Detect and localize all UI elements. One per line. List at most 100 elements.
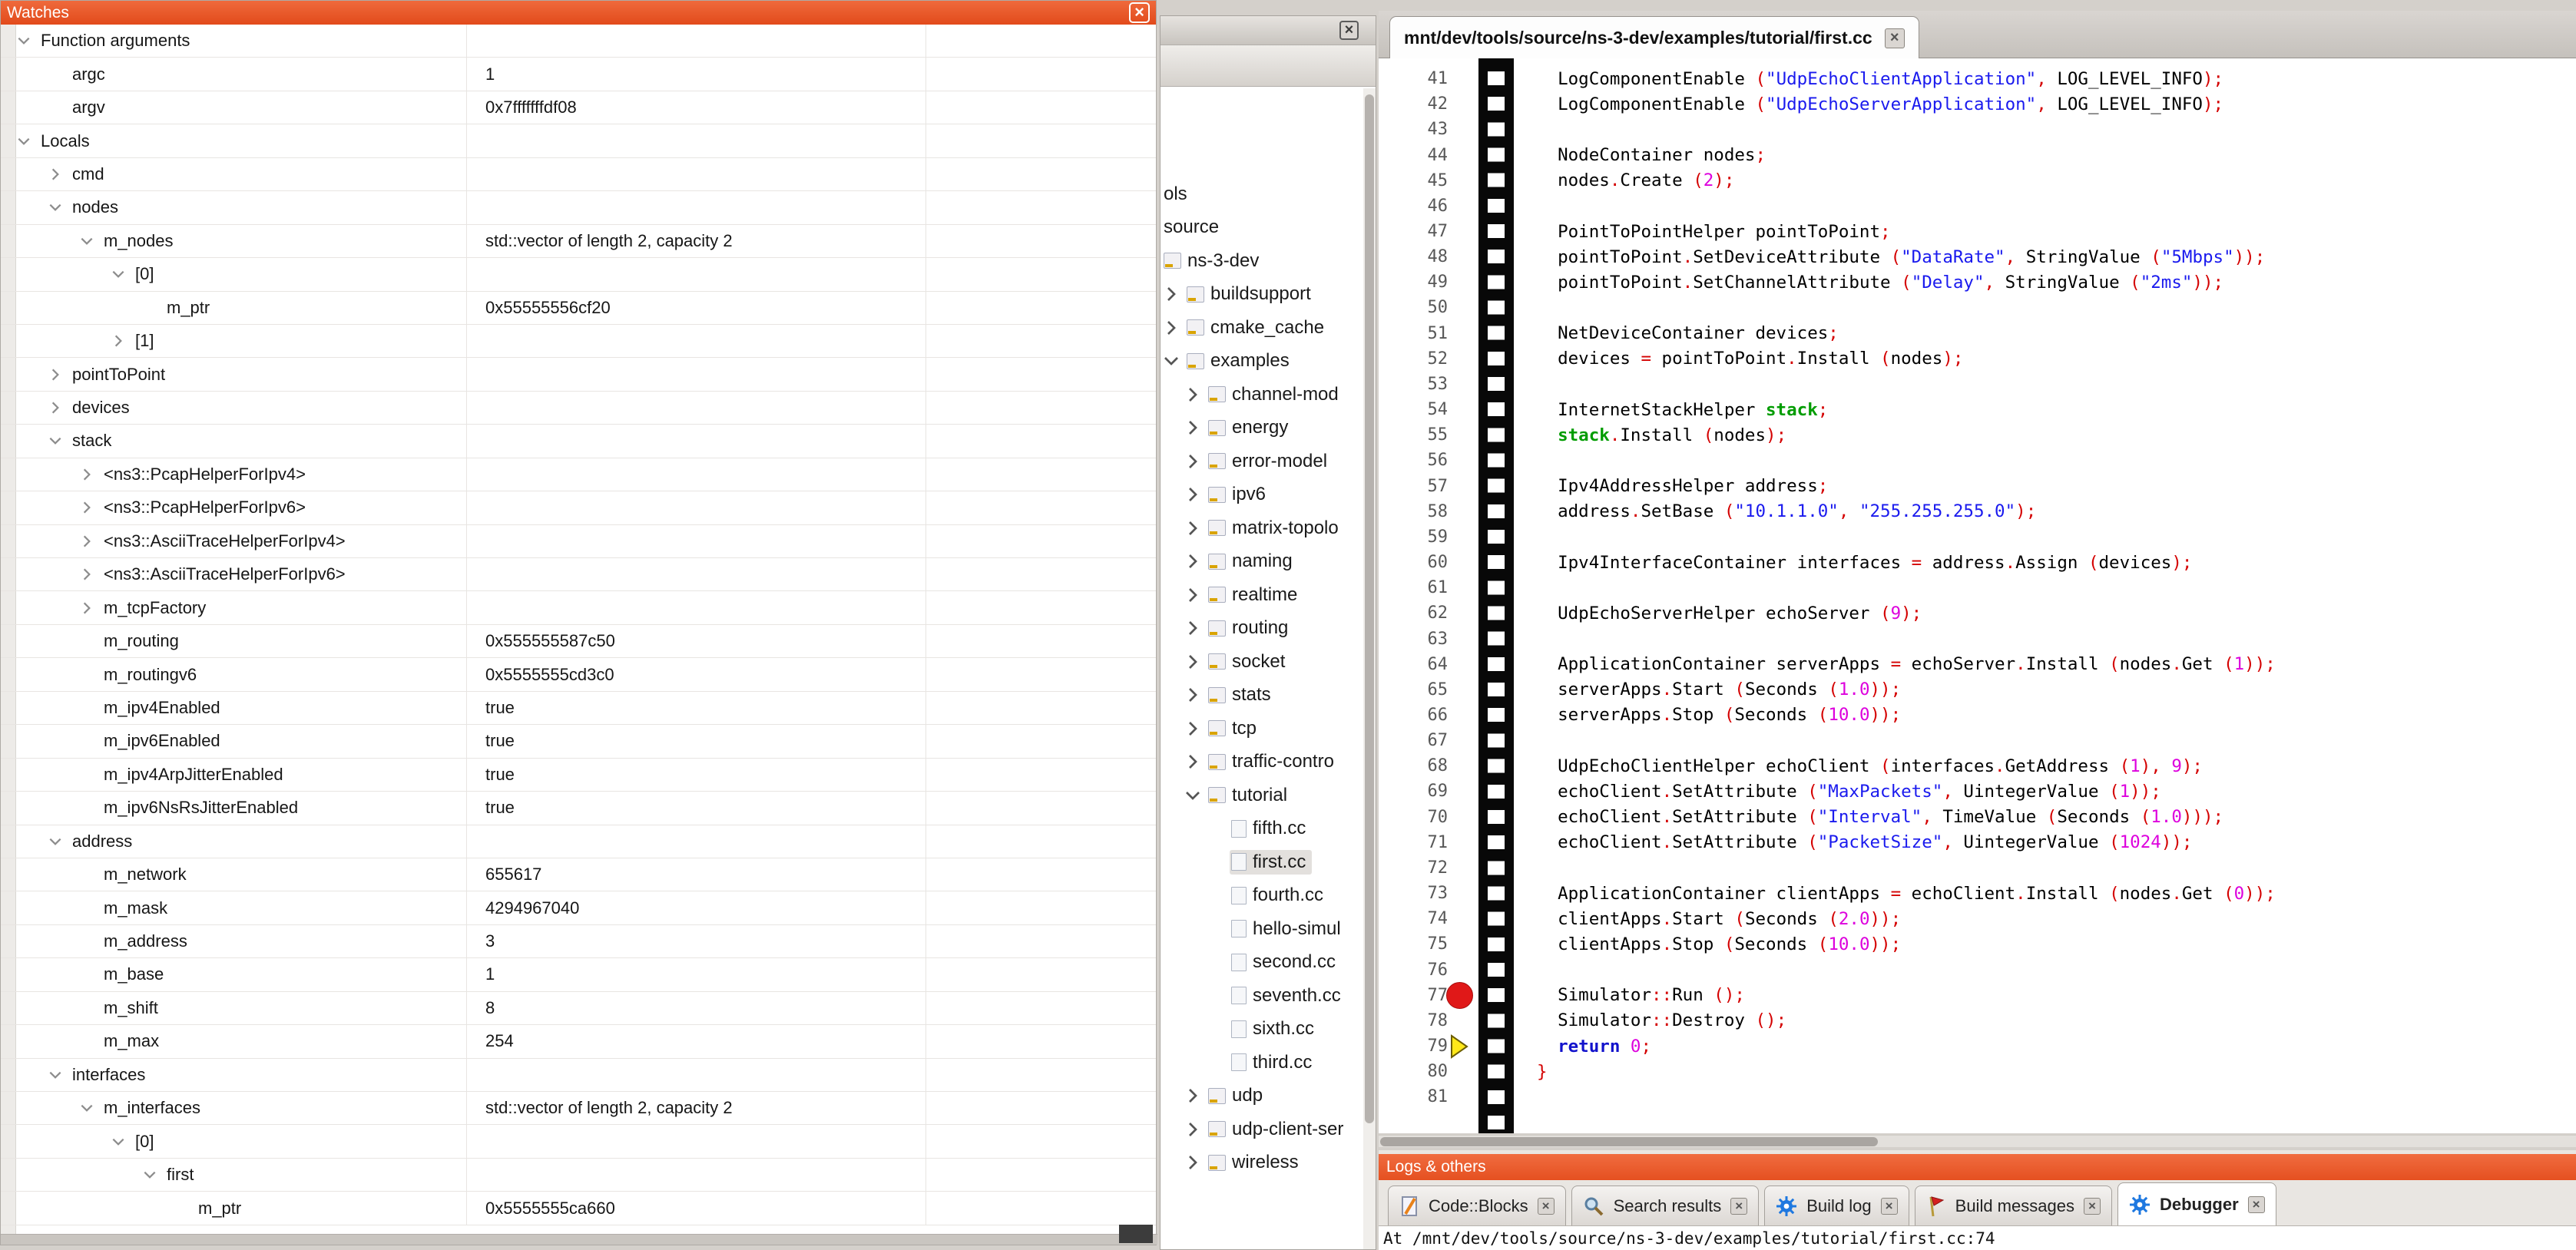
- tree-item-pill[interactable]: fourth.cc: [1230, 883, 1329, 908]
- watch-row[interactable]: m_max254: [1, 1025, 1156, 1058]
- chevron-right-icon[interactable]: [79, 600, 94, 616]
- chevron-right-icon[interactable]: [1184, 752, 1202, 771]
- line-number[interactable]: 56: [1379, 451, 1463, 470]
- line-number[interactable]: 76: [1379, 961, 1463, 980]
- scrollbar-thumb[interactable]: [1380, 1137, 1878, 1146]
- resize-grip[interactable]: [1119, 1225, 1153, 1243]
- code-line-74[interactable]: 74 clientApps.Start (Seconds (2.0));: [1379, 906, 2576, 931]
- line-number[interactable]: 63: [1379, 630, 1463, 649]
- tree-item-pill[interactable]: socket: [1207, 650, 1291, 674]
- tree-item-pill[interactable]: naming: [1207, 549, 1299, 574]
- chevron-down-icon[interactable]: [48, 834, 63, 849]
- tree-item-fourth-cc[interactable]: fourth.cc: [1161, 879, 1363, 913]
- close-icon[interactable]: ×: [1129, 2, 1150, 23]
- scrollbar-thumb[interactable]: [1365, 94, 1374, 1123]
- line-number[interactable]: 81: [1379, 1087, 1463, 1106]
- tree-item-stats[interactable]: stats: [1161, 679, 1363, 713]
- close-icon[interactable]: ×: [1730, 1198, 1747, 1215]
- tree-item-tutorial[interactable]: tutorial: [1161, 779, 1363, 812]
- line-number[interactable]: 46: [1379, 197, 1463, 216]
- watch-row[interactable]: m_network655617: [1, 858, 1156, 891]
- line-number[interactable]: 68: [1379, 756, 1463, 775]
- chevron-down-icon[interactable]: [142, 1167, 157, 1182]
- close-icon[interactable]: ×: [1339, 21, 1359, 40]
- tree-item-third-cc[interactable]: third.cc: [1161, 1046, 1363, 1080]
- tree-item-pill[interactable]: traffic-contro: [1207, 749, 1340, 774]
- watch-row[interactable]: [0]: [1, 1125, 1156, 1158]
- chevron-down-icon[interactable]: [111, 266, 126, 282]
- watch-row[interactable]: m_ipv6NsRsJitterEnabledtrue: [1, 792, 1156, 825]
- code-line-55[interactable]: 55 stack.Install (nodes);: [1379, 422, 2576, 448]
- line-number[interactable]: 44: [1379, 146, 1463, 165]
- tree-item-second-cc[interactable]: second.cc: [1161, 946, 1363, 980]
- line-number[interactable]: 78: [1379, 1011, 1463, 1030]
- close-icon[interactable]: ×: [1885, 28, 1905, 48]
- code-line-63[interactable]: 63: [1379, 626, 2576, 651]
- code-line-59[interactable]: 59: [1379, 524, 2576, 550]
- code-line-72[interactable]: 72: [1379, 855, 2576, 881]
- code-line-71[interactable]: 71 echoClient.SetAttribute ("PacketSize"…: [1379, 830, 2576, 855]
- code-line-45[interactable]: 45 nodes.Create (2);: [1379, 168, 2576, 193]
- chevron-right-icon[interactable]: [1184, 719, 1202, 738]
- editor-tab-first-cc[interactable]: mnt/dev/tools/source/ns-3-dev/examples/t…: [1389, 16, 1919, 59]
- line-number[interactable]: 55: [1379, 425, 1463, 445]
- projects-vscrollbar[interactable]: [1363, 88, 1376, 1249]
- watch-row[interactable]: <ns3::PcapHelperForIpv6>: [1, 491, 1156, 524]
- tree-item-pill[interactable]: ns-3-dev: [1162, 249, 1265, 273]
- tree-item-error-model[interactable]: error-model: [1161, 445, 1363, 478]
- logs-tab-debugger[interactable]: Debugger×: [2117, 1182, 2276, 1225]
- watch-row[interactable]: [0]: [1, 258, 1156, 291]
- tree-item-pill[interactable]: energy: [1207, 415, 1294, 440]
- code-line-50[interactable]: 50: [1379, 295, 2576, 320]
- tree-item-wireless[interactable]: wireless: [1161, 1146, 1363, 1180]
- line-number[interactable]: 45: [1379, 171, 1463, 190]
- chevron-down-icon[interactable]: [111, 1134, 126, 1149]
- line-number[interactable]: 74: [1379, 909, 1463, 928]
- watch-row[interactable]: m_nodesstd::vector of length 2, capacity…: [1, 225, 1156, 258]
- watch-row[interactable]: stack: [1, 425, 1156, 458]
- tree-item-udp-client-ser[interactable]: udp-client-ser: [1161, 1113, 1363, 1146]
- tree-item-hello-simul[interactable]: hello-simul: [1161, 912, 1363, 946]
- breakpoint-margin[interactable]: [1478, 58, 1514, 1133]
- line-number[interactable]: 58: [1379, 502, 1463, 521]
- line-number[interactable]: 72: [1379, 858, 1463, 878]
- chevron-right-icon[interactable]: [48, 167, 63, 182]
- tree-item-ns-3-dev[interactable]: ns-3-dev: [1161, 244, 1363, 278]
- tree-item-pill[interactable]: third.cc: [1230, 1050, 1318, 1075]
- tree-item-pill[interactable]: udp: [1207, 1083, 1269, 1108]
- line-number[interactable]: 62: [1379, 604, 1463, 623]
- line-number[interactable]: 48: [1379, 247, 1463, 266]
- tree-item-cmake-cache[interactable]: cmake_cache: [1161, 311, 1363, 345]
- line-number[interactable]: 60: [1379, 553, 1463, 572]
- tree-item-pill[interactable]: tutorial: [1207, 783, 1293, 808]
- tree-item-energy[interactable]: energy: [1161, 412, 1363, 445]
- tree-item-examples[interactable]: examples: [1161, 345, 1363, 379]
- tree-item-sixth-cc[interactable]: sixth.cc: [1161, 1013, 1363, 1047]
- tree-item-pill[interactable]: sixth.cc: [1230, 1017, 1320, 1041]
- watch-row[interactable]: m_base1: [1, 958, 1156, 991]
- chevron-right-icon[interactable]: [79, 467, 94, 482]
- tree-item-source[interactable]: source: [1161, 211, 1363, 245]
- chevron-right-icon[interactable]: [79, 567, 94, 582]
- code-line-61[interactable]: 61: [1379, 575, 2576, 600]
- chevron-right-icon[interactable]: [1184, 552, 1202, 570]
- tree-item-traffic-contro[interactable]: traffic-contro: [1161, 746, 1363, 779]
- tree-item-fifth-cc[interactable]: fifth.cc: [1161, 812, 1363, 846]
- chevron-right-icon[interactable]: [1184, 1153, 1202, 1172]
- tree-item-pill[interactable]: hello-simul: [1230, 917, 1347, 941]
- tree-item-pill[interactable]: wireless: [1207, 1150, 1305, 1175]
- tree-item-pill[interactable]: ipv6: [1207, 482, 1272, 507]
- line-number[interactable]: 41: [1379, 69, 1463, 88]
- watch-row[interactable]: m_tcpFactory: [1, 591, 1156, 624]
- code-line-42[interactable]: 42 LogComponentEnable ("UdpEchoServerApp…: [1379, 91, 2576, 117]
- watch-row[interactable]: m_ipv4Enabledtrue: [1, 692, 1156, 725]
- chevron-right-icon[interactable]: [48, 367, 63, 382]
- code-line-62[interactable]: 62 UdpEchoServerHelper echoServer (9);: [1379, 600, 2576, 626]
- chevron-right-icon[interactable]: [1184, 619, 1202, 637]
- code-line-60[interactable]: 60 Ipv4InterfaceContainer interfaces = a…: [1379, 550, 2576, 575]
- line-number[interactable]: 67: [1379, 731, 1463, 750]
- chevron-right-icon[interactable]: [1162, 285, 1180, 303]
- line-number[interactable]: 70: [1379, 808, 1463, 827]
- breakpoint-icon[interactable]: [1446, 982, 1473, 1009]
- code-area[interactable]: 41 LogComponentEnable ("UdpEchoClientApp…: [1379, 58, 2576, 1133]
